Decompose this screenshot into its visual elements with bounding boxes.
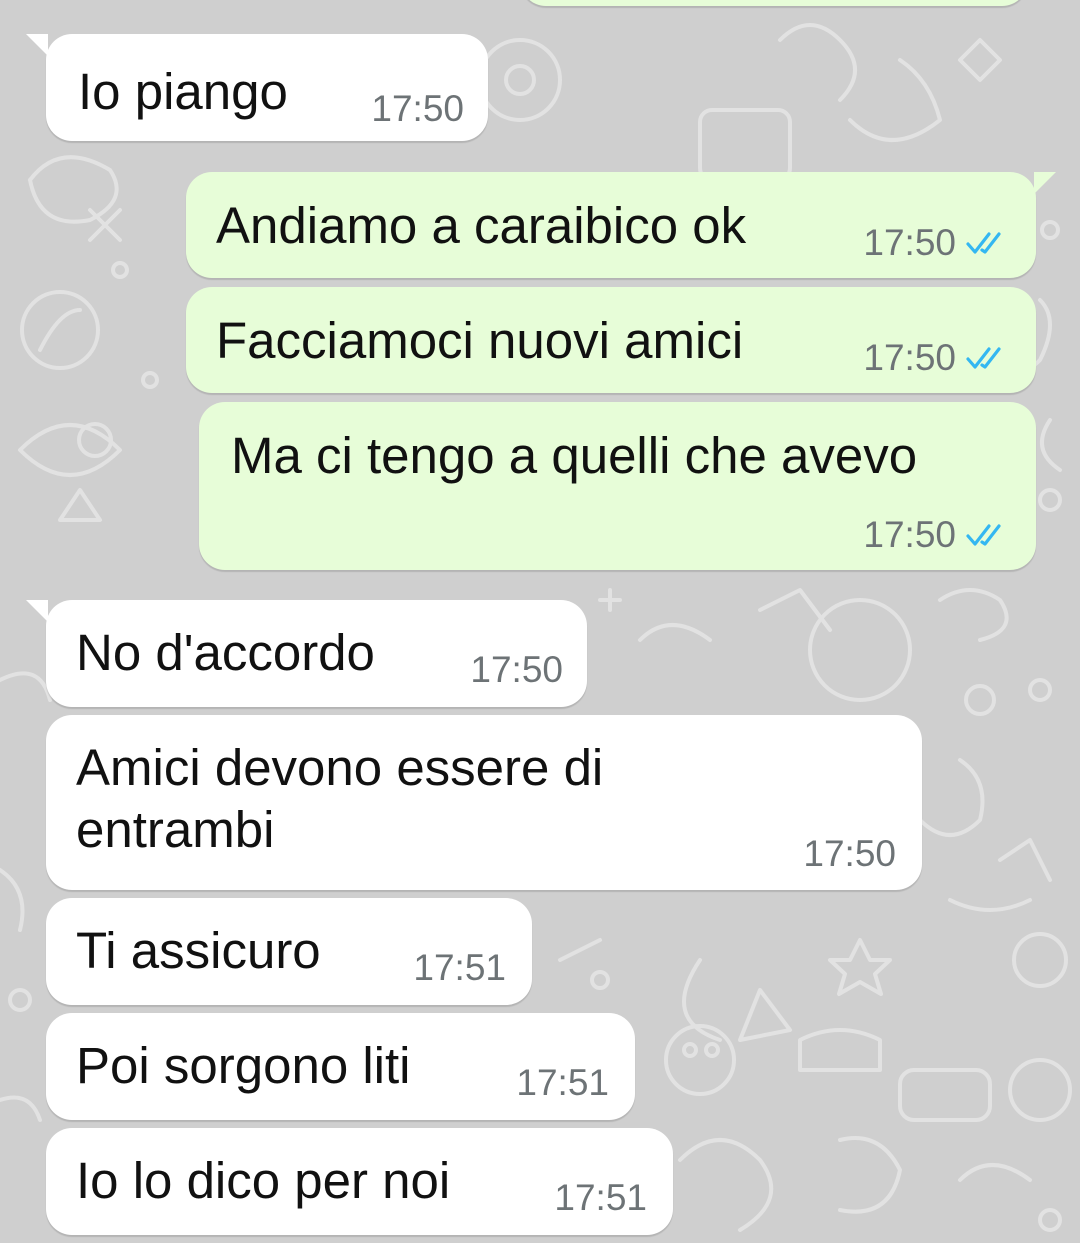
message-text: Andiamo a caraibico ok bbox=[216, 197, 747, 254]
message-bubble-incoming[interactable]: Ti assicuro 17:51 bbox=[46, 898, 532, 1005]
message-time: 17:50 bbox=[863, 337, 956, 378]
message-time: 17:50 bbox=[863, 514, 956, 555]
bubble-tail bbox=[1034, 172, 1056, 194]
message-text: Amici devono essere di entrambi bbox=[76, 739, 604, 858]
message-time: 17:50 bbox=[371, 88, 464, 129]
message-bubble-incoming[interactable]: Amici devono essere di entrambi 17:50 bbox=[46, 715, 922, 890]
message-time: 17:50 bbox=[803, 833, 896, 874]
message-meta: 17:50 bbox=[371, 88, 464, 130]
message-text: Ti assicuro bbox=[76, 922, 321, 979]
message-bubble-incoming[interactable]: Poi sorgono liti 17:51 bbox=[46, 1013, 635, 1120]
message-bubble-outgoing[interactable]: Ma ci tengo a quelli che avevo 17:50 bbox=[199, 402, 1036, 570]
bubble-tail bbox=[26, 34, 48, 56]
message-time: 17:50 bbox=[863, 222, 956, 263]
message-text: Io piango bbox=[78, 63, 288, 120]
message-meta: 17:50 bbox=[863, 222, 1008, 264]
message-meta: 17:50 bbox=[863, 337, 1008, 379]
message-text: Facciamoci nuovi amici bbox=[216, 312, 744, 369]
message-time: 17:51 bbox=[413, 947, 506, 988]
double-check-icon bbox=[966, 524, 1001, 546]
bubble-tail bbox=[26, 600, 48, 622]
message-text: Poi sorgono liti bbox=[76, 1037, 411, 1094]
message-text: Io lo dico per noi bbox=[76, 1152, 451, 1209]
message-meta: 17:51 bbox=[516, 1062, 609, 1104]
message-meta: 17:50 bbox=[470, 649, 563, 691]
message-text: Ma ci tengo a quelli che avevo bbox=[231, 427, 918, 484]
message-bubble-incoming[interactable]: No d'accordo 17:50 bbox=[26, 600, 587, 707]
message-meta: 17:50 bbox=[863, 514, 1008, 556]
message-time: 17:50 bbox=[470, 649, 563, 690]
message-bubble-incoming[interactable]: Io piango 17:50 bbox=[26, 34, 488, 141]
partial-message-bubble bbox=[520, 0, 1028, 6]
message-meta: 17:51 bbox=[554, 1177, 647, 1219]
message-bubble-outgoing[interactable]: Andiamo a caraibico ok 17:50 bbox=[186, 172, 1056, 278]
message-time: 17:51 bbox=[554, 1177, 647, 1218]
message-text: No d'accordo bbox=[76, 624, 375, 681]
message-bubble-outgoing[interactable]: Facciamoci nuovi amici 17:50 bbox=[186, 287, 1036, 393]
message-bubble-incoming[interactable]: Io lo dico per noi 17:51 bbox=[46, 1128, 673, 1235]
message-meta: 17:51 bbox=[413, 947, 506, 989]
double-check-icon bbox=[966, 347, 1001, 369]
message-meta: 17:50 bbox=[803, 833, 896, 875]
message-time: 17:51 bbox=[516, 1062, 609, 1103]
double-check-icon bbox=[966, 232, 1001, 254]
